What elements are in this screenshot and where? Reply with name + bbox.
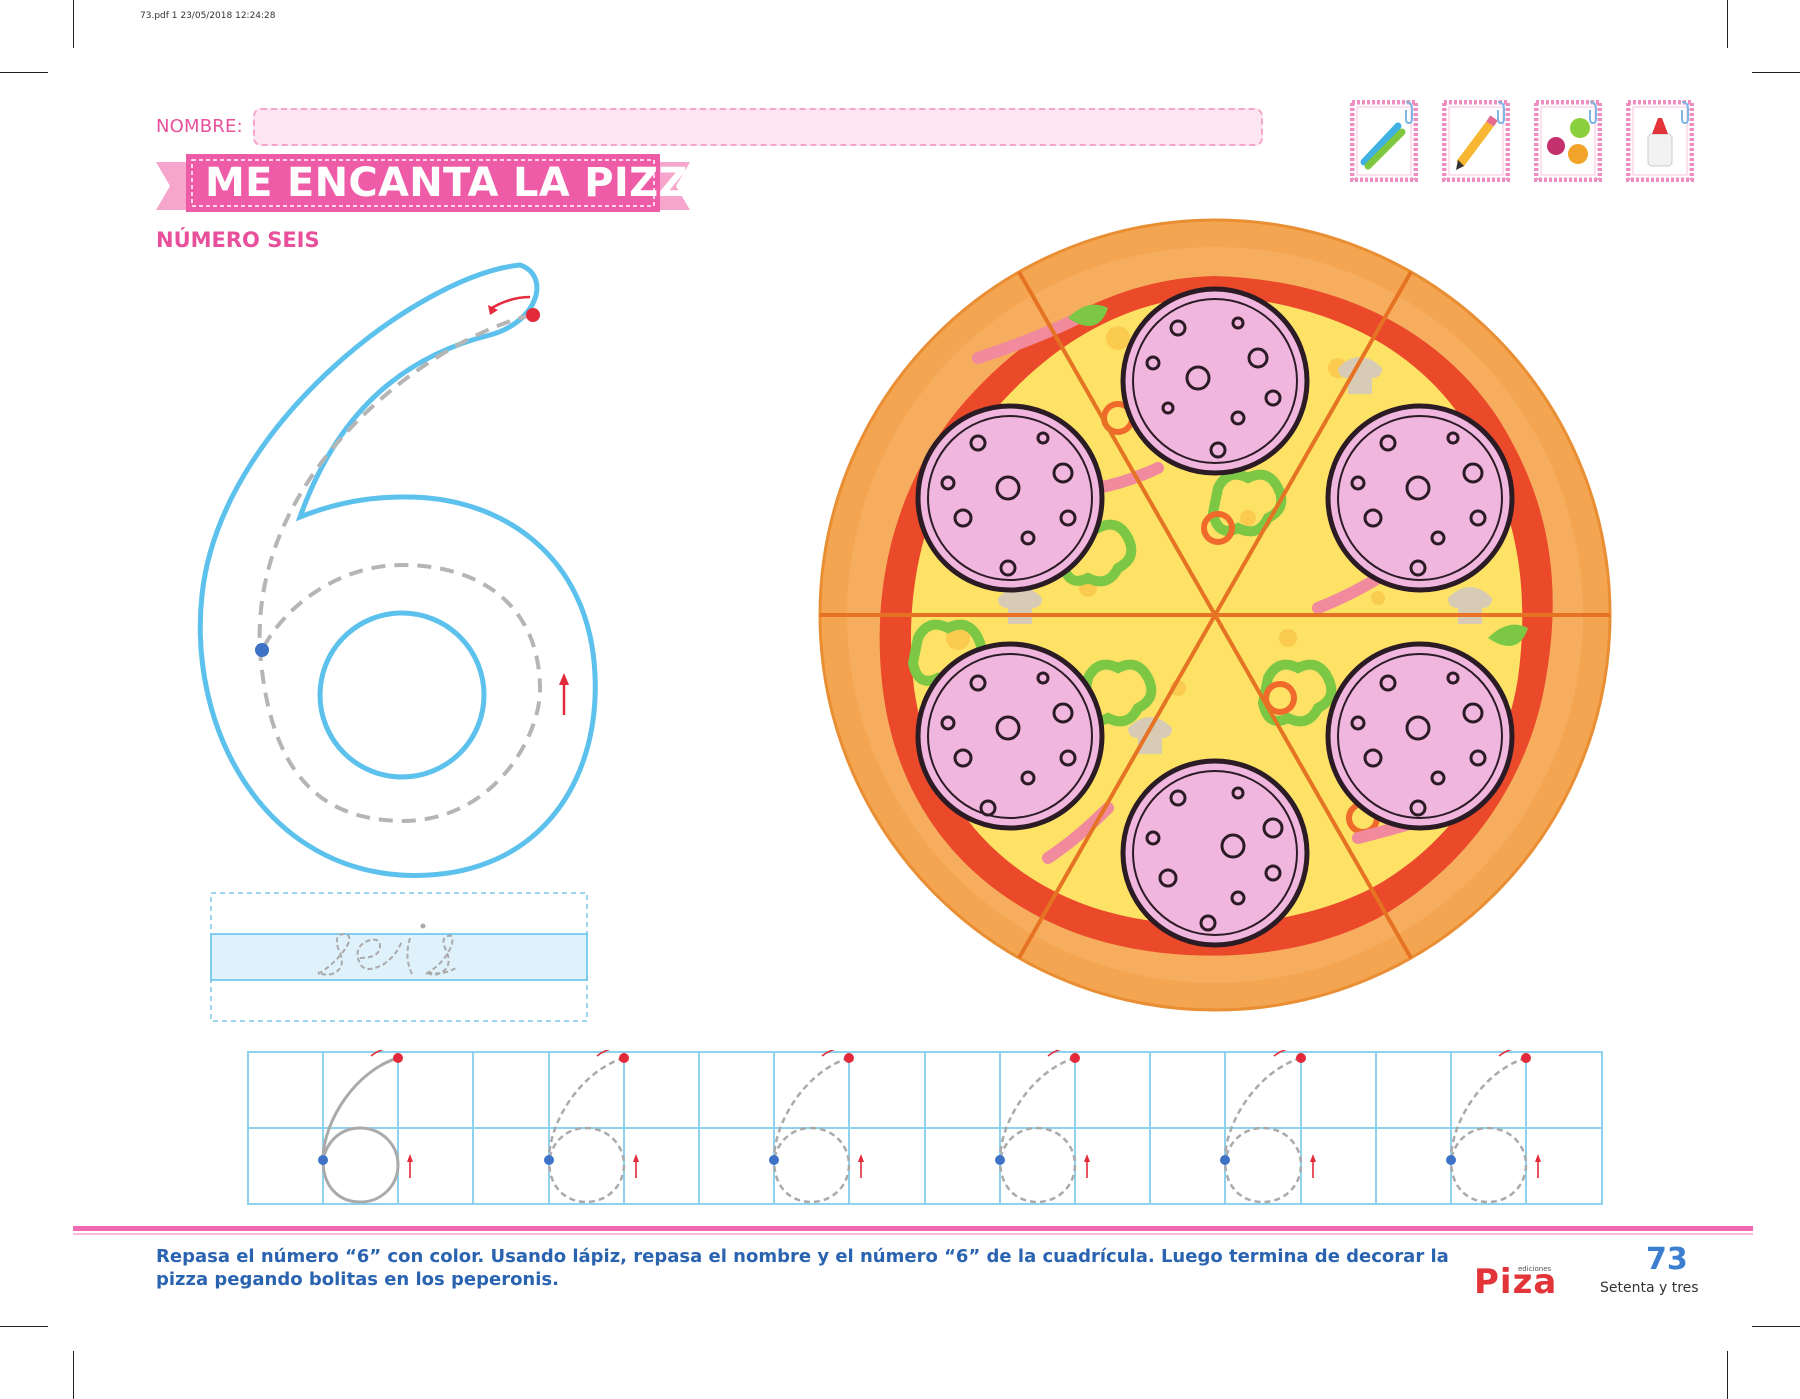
crop-mark xyxy=(73,1351,74,1399)
footer-divider xyxy=(73,1226,1753,1231)
tool-pencil xyxy=(1441,99,1511,183)
page-title: ME ENCANTA LA PIZZA xyxy=(205,160,719,206)
name-field[interactable] xyxy=(253,108,1263,146)
instructions-text: Repasa el número “6” con color. Usando l… xyxy=(156,1246,1449,1290)
crop-mark xyxy=(1727,0,1728,48)
crop-mark xyxy=(1752,72,1800,73)
file-meta: 73.pdf 1 23/05/2018 12:24:28 xyxy=(140,11,276,21)
six-inner-loop xyxy=(317,610,487,780)
crop-mark xyxy=(0,72,48,73)
pepperoni-slice xyxy=(1325,641,1515,831)
practice-grid[interactable] xyxy=(247,1050,1604,1206)
pepperoni-slice xyxy=(915,641,1105,831)
tool-paint-balls xyxy=(1533,99,1603,183)
i-dot xyxy=(420,923,426,929)
word-tracing-box[interactable]: seis xyxy=(210,892,588,1022)
page-number-words: Setenta y tres xyxy=(1600,1280,1699,1296)
six-outline xyxy=(197,262,598,878)
crop-mark xyxy=(73,0,74,48)
crop-mark xyxy=(1752,1326,1800,1327)
end-dot xyxy=(255,643,269,657)
tool-markers xyxy=(1349,99,1419,183)
pepperoni-slice xyxy=(1120,758,1310,948)
start-dot xyxy=(526,308,540,322)
pepperoni-slice xyxy=(915,403,1105,593)
pizza-illustration xyxy=(818,218,1612,1012)
name-label: NOMBRE: xyxy=(156,116,243,137)
page-subtitle: NÚMERO SEIS xyxy=(156,228,320,252)
crop-mark xyxy=(1727,1351,1728,1399)
pepperoni-slice xyxy=(1325,403,1515,593)
tool-glue xyxy=(1625,99,1695,183)
big-six-tracing[interactable] xyxy=(190,255,610,885)
crop-mark xyxy=(0,1326,48,1327)
page-number: 73 xyxy=(1646,1242,1688,1277)
brand-name: Piza xyxy=(1474,1262,1558,1302)
pepperoni-slice xyxy=(1120,286,1310,476)
footer-divider-light xyxy=(73,1233,1753,1235)
